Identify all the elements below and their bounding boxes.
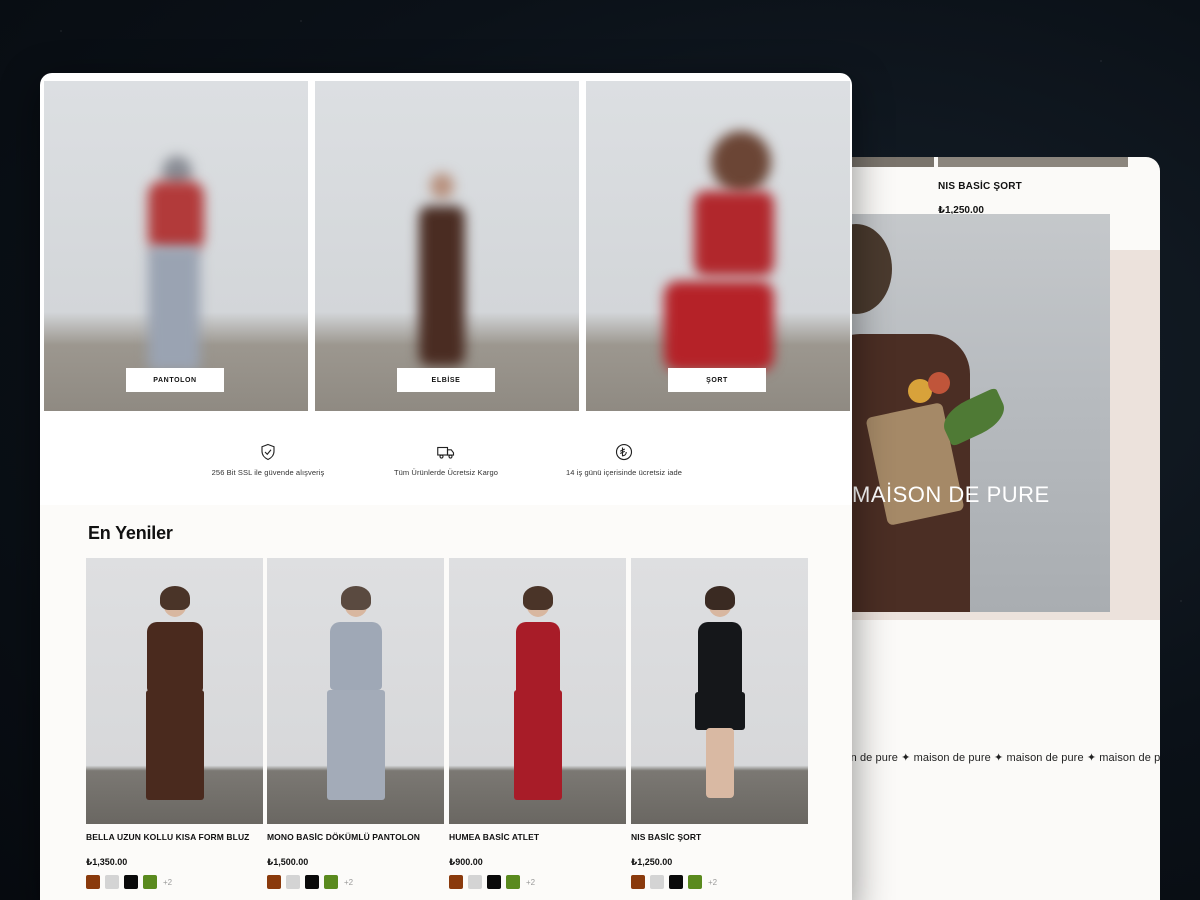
figure-skirt: [664, 281, 774, 371]
truck-icon: [437, 446, 455, 459]
figure-head: [430, 173, 454, 199]
figure-top: [694, 191, 774, 276]
lira-icon: [615, 443, 633, 461]
garment-top: [698, 622, 742, 696]
swatch-light-gray[interactable]: [286, 875, 300, 889]
product-name[interactable]: MONO BASİC DÖKÜMLÜ PANTOLON: [267, 832, 444, 842]
figure-trousers: [148, 246, 200, 371]
product-price: ₺900.00: [449, 857, 483, 867]
category-card-elbise[interactable]: ELBİSE: [315, 81, 579, 411]
color-swatches: +2: [86, 875, 263, 889]
background-speck: [300, 20, 302, 22]
brand-marquee: aison de pure ✦ maison de pure ✦ maison …: [830, 752, 1160, 764]
background-speck: [1180, 600, 1182, 602]
front-window: PANTOLON ELBİSE ŞORT 256 Bit SSL ile güv…: [40, 73, 852, 900]
model-hair: [705, 586, 735, 610]
more-colors-count[interactable]: +2: [526, 878, 535, 887]
garment-top: [516, 622, 560, 696]
feature-text: Tüm Ürünlerde Ücretsiz Kargo: [393, 468, 499, 477]
features-bar: 256 Bit SSL ile güvende alışveriş Tüm Ür…: [40, 443, 852, 483]
garment-shorts: [695, 692, 745, 730]
hero-fruit: [928, 372, 950, 394]
newest-section: En Yeniler BELLA UZUN KOLLU KISA FORM BL…: [40, 505, 852, 900]
model-hair: [523, 586, 553, 610]
product-card[interactable]: MONO BASİC DÖKÜMLÜ PANTOLON ₺1,500.00 +2: [267, 558, 444, 889]
background-speck: [1100, 60, 1102, 62]
color-swatches: +2: [631, 875, 808, 889]
category-button-sort[interactable]: ŞORT: [668, 368, 766, 392]
swatch-black[interactable]: [487, 875, 501, 889]
back-window: NIS BASİC ŞORT ₺1,250.00 +2 MAİSON DE PU…: [830, 157, 1160, 900]
figure-top: [148, 181, 204, 251]
hero-photo: [830, 214, 1110, 612]
garment-top: [330, 622, 382, 690]
category-card-sort[interactable]: ŞORT: [586, 81, 850, 411]
swatch-green[interactable]: [506, 875, 520, 889]
swatch-light-gray[interactable]: [468, 875, 482, 889]
figure-dress: [419, 206, 465, 366]
swatch-black[interactable]: [124, 875, 138, 889]
product-image[interactable]: [267, 558, 444, 824]
background-speck: [60, 30, 62, 32]
garment-bottom: [327, 690, 385, 800]
category-button-pantolon[interactable]: PANTOLON: [126, 368, 224, 392]
category-grid: PANTOLON ELBİSE ŞORT: [44, 81, 850, 413]
swatch-black[interactable]: [669, 875, 683, 889]
back-image-edge: [938, 157, 1128, 167]
product-name[interactable]: BELLA UZUN KOLLU KISA FORM BLUZ: [86, 832, 263, 842]
figure-hair: [711, 131, 771, 193]
swatch-light-gray[interactable]: [105, 875, 119, 889]
product-card[interactable]: NIS BASİC ŞORT ₺1,250.00 +2: [631, 558, 808, 889]
back-product-name[interactable]: NIS BASİC ŞORT: [938, 181, 1024, 192]
more-colors-count[interactable]: +2: [163, 878, 172, 887]
swatch-brown[interactable]: [267, 875, 281, 889]
back-top-image-strip: [830, 157, 1160, 167]
product-card[interactable]: HUMEA BASİC ATLET ₺900.00 +2: [449, 558, 626, 889]
swatch-green[interactable]: [143, 875, 157, 889]
more-colors-count[interactable]: +2: [344, 878, 353, 887]
model-legs: [706, 728, 734, 798]
product-price: ₺1,500.00: [267, 857, 309, 867]
model-hair: [160, 586, 190, 610]
product-card[interactable]: BELLA UZUN KOLLU KISA FORM BLUZ ₺1,350.0…: [86, 558, 263, 889]
feature-text: 256 Bit SSL ile güvende alışveriş: [211, 468, 325, 477]
product-price: ₺1,250.00: [631, 857, 673, 867]
category-button-elbise[interactable]: ELBİSE: [397, 368, 495, 392]
garment-bottom: [146, 690, 204, 800]
product-image[interactable]: [449, 558, 626, 824]
color-swatches: +2: [449, 875, 626, 889]
feature-text: 14 iş günü içerisinde ücretsiz iade: [565, 468, 683, 477]
swatch-brown[interactable]: [449, 875, 463, 889]
model-hair: [341, 586, 371, 610]
product-price: ₺1,350.00: [86, 857, 128, 867]
swatch-green[interactable]: [324, 875, 338, 889]
feature-shipping: Tüm Ürünlerde Ücretsiz Kargo: [346, 443, 546, 477]
swatch-light-gray[interactable]: [650, 875, 664, 889]
more-colors-count[interactable]: +2: [708, 878, 717, 887]
swatch-brown[interactable]: [86, 875, 100, 889]
product-name[interactable]: NIS BASİC ŞORT: [631, 832, 808, 842]
garment-bottom: [514, 690, 562, 800]
category-card-pantolon[interactable]: PANTOLON: [44, 81, 308, 411]
product-image[interactable]: [86, 558, 263, 824]
garment-top: [147, 622, 203, 692]
feature-return: 14 iş günü içerisinde ücretsiz iade: [524, 443, 724, 477]
section-title: En Yeniler: [88, 523, 173, 543]
swatch-brown[interactable]: [631, 875, 645, 889]
product-name[interactable]: HUMEA BASİC ATLET: [449, 832, 626, 842]
swatch-black[interactable]: [305, 875, 319, 889]
product-image[interactable]: [631, 558, 808, 824]
hero-title: MAİSON DE PURE: [852, 482, 1050, 507]
color-swatches: +2: [267, 875, 444, 889]
swatch-green[interactable]: [688, 875, 702, 889]
feature-ssl: 256 Bit SSL ile güvende alışveriş: [168, 443, 368, 477]
shield-check-icon: [261, 443, 275, 461]
